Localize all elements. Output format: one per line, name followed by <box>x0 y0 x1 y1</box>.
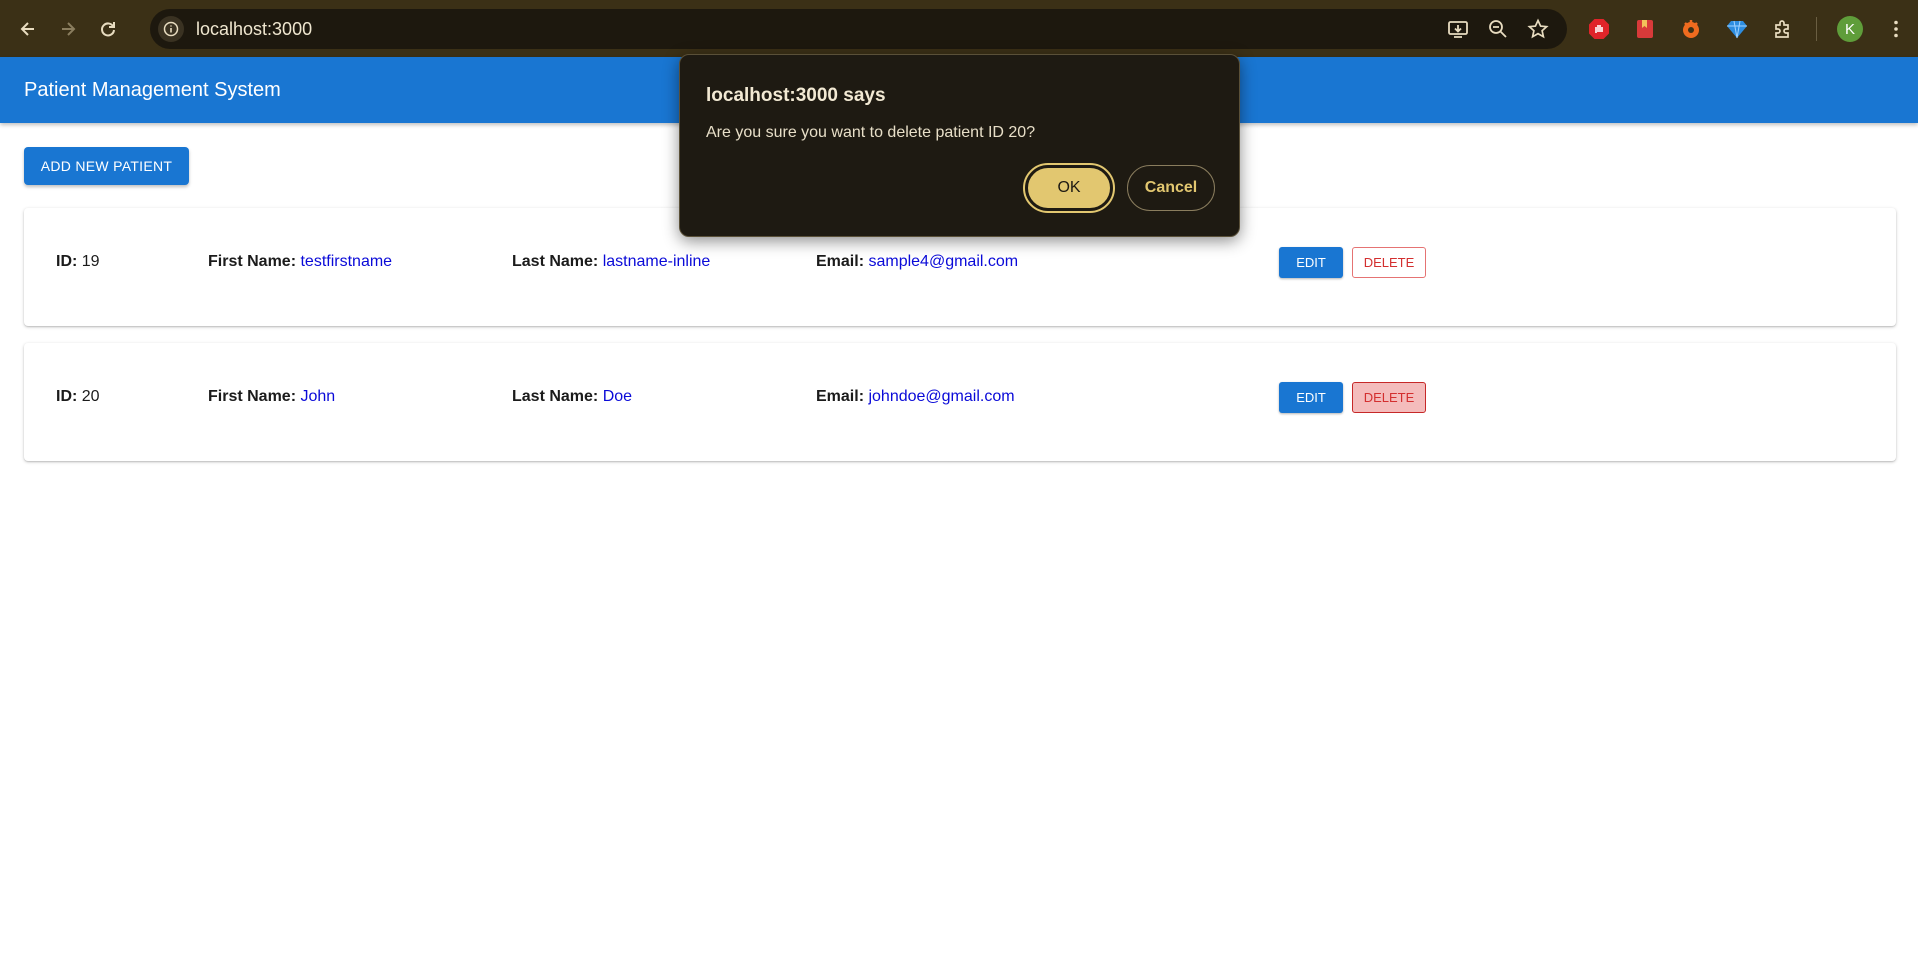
profile-avatar[interactable]: K <box>1831 10 1869 48</box>
edit-button[interactable]: EDIT <box>1279 247 1343 278</box>
address-bar[interactable]: localhost:3000 <box>150 9 1567 49</box>
first-name-field: First Name: testfirstname <box>208 253 393 270</box>
dialog-title: localhost:3000 says <box>706 85 886 106</box>
first-name-field: First Name: John <box>208 388 336 405</box>
cancel-button[interactable]: Cancel <box>1127 165 1215 211</box>
delete-button[interactable]: DELETE <box>1352 247 1426 278</box>
edit-button[interactable]: EDIT <box>1279 382 1343 413</box>
app-title: Patient Management System <box>24 78 281 101</box>
arrow-right-icon[interactable] <box>48 9 88 49</box>
dialog-message: Are you sure you want to delete patient … <box>706 124 1036 141</box>
adblock-hand-icon[interactable] <box>1580 10 1618 48</box>
diamond-icon[interactable] <box>1718 10 1756 48</box>
add-new-patient-button[interactable]: ADD NEW PATIENT <box>24 147 189 185</box>
ok-button[interactable]: OK <box>1023 163 1115 213</box>
zoom-out-icon[interactable] <box>1483 14 1513 44</box>
email-field: Email: johndoe@gmail.com <box>816 388 1015 405</box>
delete-button[interactable]: DELETE <box>1352 382 1426 413</box>
arrow-left-icon[interactable] <box>8 9 48 49</box>
url-text[interactable]: localhost:3000 <box>196 19 312 40</box>
bookmark-red-icon[interactable] <box>1626 10 1664 48</box>
toolbar-divider <box>1816 17 1817 41</box>
orange-extension-icon[interactable] <box>1672 10 1710 48</box>
star-icon[interactable] <box>1523 14 1553 44</box>
puzzle-icon[interactable] <box>1764 10 1802 48</box>
patient-id-field: ID: 19 <box>56 253 100 270</box>
reload-icon[interactable] <box>88 9 128 49</box>
patient-card: ID: 20 First Name: John Last Name: Doe E… <box>24 343 1896 461</box>
last-name-field: Last Name: lastname-inline <box>512 253 711 270</box>
patient-id-field: ID: 20 <box>56 388 100 405</box>
last-name-field: Last Name: Doe <box>512 388 633 405</box>
email-field: Email: sample4@gmail.com <box>816 253 1019 270</box>
install-app-icon[interactable] <box>1443 14 1473 44</box>
browser-toolbar: localhost:3000 K <box>0 0 1918 57</box>
kebab-menu-icon[interactable] <box>1877 10 1915 48</box>
info-icon[interactable] <box>158 16 184 42</box>
confirm-dialog: localhost:3000 says Are you sure you wan… <box>679 54 1240 237</box>
